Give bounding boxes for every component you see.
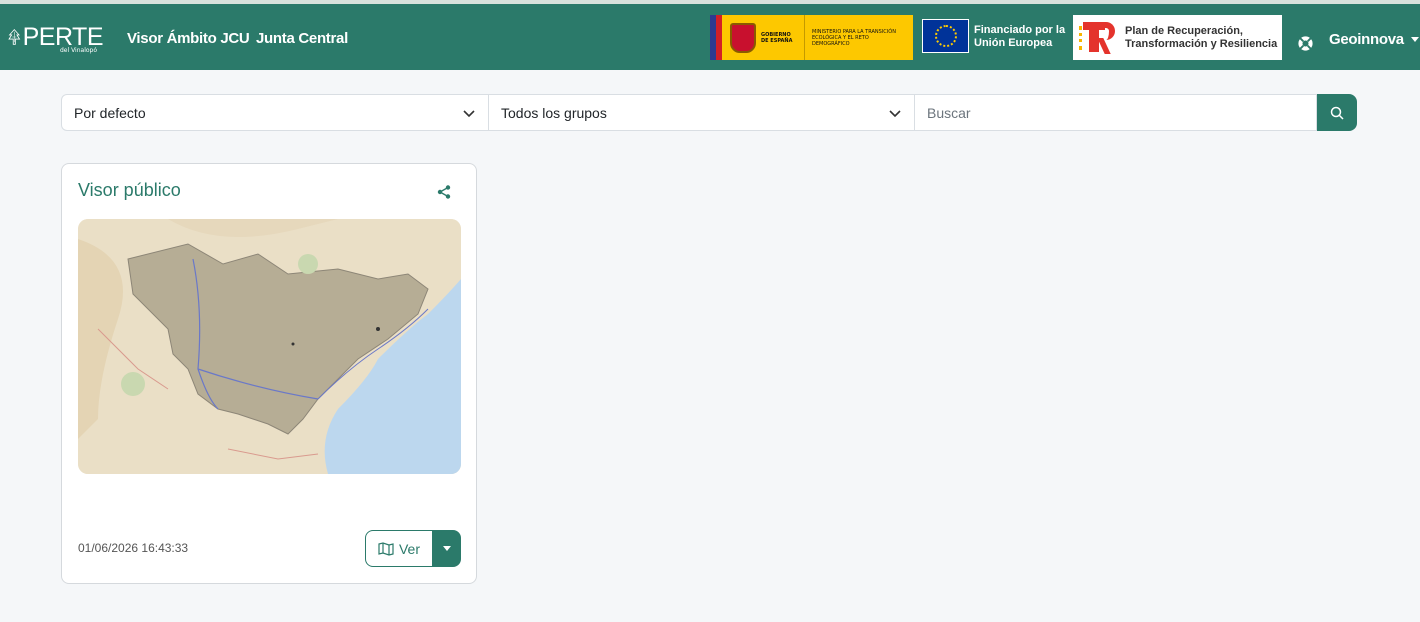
card-title[interactable]: Visor público [78,180,181,201]
viewer-card: Visor público 01/06/2026 16:43:33 Ver [61,163,477,584]
map-thumbnail[interactable] [78,219,461,474]
brand-name: PERTE [22,22,104,51]
chevron-down-icon [463,109,475,117]
eu-flag-icon [922,19,969,53]
eu-funding-text: Financiado por la Unión Europea [974,24,1066,49]
chevron-down-icon [889,109,901,117]
search-icon [1330,106,1344,120]
prtr-mark-icon [1079,18,1119,58]
tree-icon [8,29,21,45]
ministerio-text: MINISTERIO PARA LA TRANSICIÓN ECOLÓGICA … [812,28,896,47]
caret-down-icon [443,546,451,551]
search-button[interactable] [1317,94,1357,131]
view-dropdown-toggle[interactable] [433,530,461,567]
nav-junta-central[interactable]: Junta Central [256,30,348,47]
map-icon [378,541,394,556]
gobierno-espana-logo: GOBIERNO DE ESPAÑA MINISTERIO PARA LA TR… [710,15,913,60]
user-name: Geoinnova [1329,31,1404,48]
prtr-text: Plan de Recuperación, Transformación y R… [1125,24,1278,50]
sort-select[interactable]: Por defecto [61,94,489,131]
prtr-logo: Plan de Recuperación, Transformación y R… [1073,15,1282,60]
filter-bar: Por defecto Todos los grupos [61,94,1357,131]
brand-subtitle: del Vinalopó [60,47,98,54]
lifebuoy-icon[interactable] [1297,35,1314,52]
coat-of-arms-icon [730,22,756,53]
top-navbar: PERTE del Vinalopó Visor Ámbito JCU Junt… [0,4,1420,70]
brand-logo[interactable]: PERTE del Vinalopó [8,16,104,58]
group-select-value: Todos los grupos [501,104,607,121]
chevron-down-icon [1410,37,1419,42]
view-button[interactable]: Ver [365,530,433,567]
sort-select-value: Por defecto [74,104,146,121]
view-button-group: Ver [365,530,461,567]
user-menu[interactable]: Geoinnova [1329,31,1419,48]
group-select[interactable]: Todos los grupos [489,94,915,131]
search-input[interactable] [915,94,1317,131]
view-button-label: Ver [398,540,420,557]
card-date: 01/06/2026 16:43:33 [78,541,189,555]
gobierno-text: GOBIERNO DE ESPAÑA [761,31,793,44]
nav-visor-ambito-jcu[interactable]: Visor Ámbito JCU [127,30,250,47]
share-icon[interactable] [436,184,452,200]
